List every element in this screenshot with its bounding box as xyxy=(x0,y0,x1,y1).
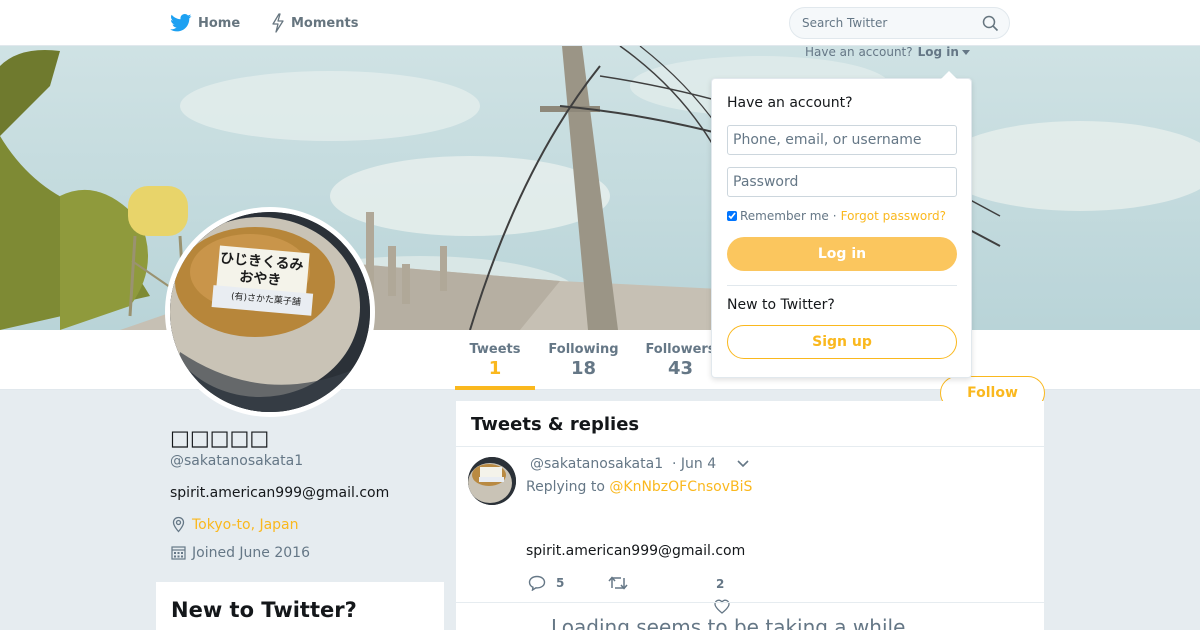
login-dropdown-toggle[interactable]: Log in xyxy=(918,45,959,59)
nav-home-label: Home xyxy=(198,15,241,31)
followers-stat-tab[interactable]: Followers 43 xyxy=(643,342,718,379)
profile-bio: spirit.american999@gmail.com xyxy=(170,485,390,501)
reply-icon xyxy=(528,575,546,591)
caret-down-icon[interactable] xyxy=(961,49,970,55)
replying-to-link[interactable]: @KnNbzOFCnsovBiS xyxy=(609,479,752,495)
tweets-stat-tab[interactable]: Tweets 1 xyxy=(455,342,535,390)
retweet-action[interactable] xyxy=(608,575,628,591)
top-navigation-bar: Home Moments xyxy=(0,0,1200,46)
search-icon[interactable] xyxy=(982,15,999,32)
tweet-author-handle[interactable]: @sakatanosakata1 xyxy=(530,456,663,472)
tweet-replying-to: Replying to @KnNbzOFCnsovBiS xyxy=(526,479,752,495)
nav-moments-link[interactable]: Moments xyxy=(271,12,358,34)
remember-me-label: Remember me xyxy=(740,209,829,223)
profile-joined: Joined June 2016 xyxy=(170,544,310,561)
remember-me-checkbox[interactable] xyxy=(727,211,737,221)
nav-moments-label: Moments xyxy=(291,15,359,31)
loading-message: Loading seems to be taking a while. xyxy=(551,615,912,630)
reply-action[interactable]: 5 xyxy=(528,575,564,591)
location-pin-icon xyxy=(172,516,185,533)
followers-stat-count: 43 xyxy=(667,358,694,379)
timeline-header: Tweets & replies xyxy=(456,401,1044,447)
profile-location[interactable]: Tokyo-to, Japan xyxy=(170,516,299,533)
login-button[interactable]: Log in xyxy=(727,237,957,271)
login-panel-divider xyxy=(727,285,957,286)
login-dropdown-panel: Have an account? Remember me · Forgot pa… xyxy=(711,71,972,378)
avatar-oyaki-photo xyxy=(170,212,370,412)
signup-prompt-box: New to Twitter? xyxy=(156,582,444,630)
lightning-bolt-icon xyxy=(272,13,284,33)
tweets-stat-count: 1 xyxy=(488,358,502,379)
timeline: Tweets & replies @sakatanosakata1 · Jun … xyxy=(456,401,1044,630)
tweet-body: spirit.american999@gmail.com xyxy=(526,543,746,559)
tweets-stat-label: Tweets xyxy=(469,342,521,357)
tweet-avatar-photo xyxy=(468,457,516,505)
login-panel-title: Have an account? xyxy=(727,95,853,111)
password-field[interactable] xyxy=(727,167,957,197)
signup-button[interactable]: Sign up xyxy=(727,325,957,359)
profile-handle: @sakatanosakata1 xyxy=(170,453,304,469)
timeline-title: Tweets & replies xyxy=(471,414,640,435)
login-prompt-text: Have an account? xyxy=(805,45,913,59)
retweet-icon xyxy=(608,576,628,590)
following-stat-count: 18 xyxy=(570,358,597,379)
like-count: 2 xyxy=(716,577,725,591)
signup-prompt-title: New to Twitter? xyxy=(171,598,357,622)
following-stat-tab[interactable]: Following 18 xyxy=(546,342,621,379)
reply-count: 5 xyxy=(556,576,565,590)
replying-to-prefix: Replying to xyxy=(526,479,605,495)
tweet-date[interactable]: · Jun 4 xyxy=(672,456,716,472)
remember-separator: · xyxy=(832,209,837,223)
chevron-down-icon[interactable] xyxy=(736,459,750,469)
forgot-password-link[interactable]: Forgot password? xyxy=(841,209,946,223)
profile-joined-text: Joined June 2016 xyxy=(192,544,310,561)
login-prompt: Have an account? Log in xyxy=(805,45,970,59)
calendar-icon xyxy=(171,546,186,560)
remember-row: Remember me · Forgot password? xyxy=(727,209,946,223)
search-input[interactable] xyxy=(802,15,972,31)
followers-stat-label: Followers xyxy=(645,342,716,357)
profile-location-text: Tokyo-to, Japan xyxy=(192,516,299,533)
nav-home-link[interactable]: Home xyxy=(170,12,240,34)
twitter-bird-icon xyxy=(170,14,192,32)
profile-display-name: □□□□□ xyxy=(170,426,270,450)
new-to-twitter-label: New to Twitter? xyxy=(727,297,835,313)
tweet-author-avatar[interactable] xyxy=(468,457,516,505)
profile-avatar[interactable] xyxy=(165,207,375,417)
username-field[interactable] xyxy=(727,125,957,155)
search-box xyxy=(789,7,1010,39)
timeline-divider xyxy=(456,602,1044,603)
following-stat-label: Following xyxy=(548,342,619,357)
